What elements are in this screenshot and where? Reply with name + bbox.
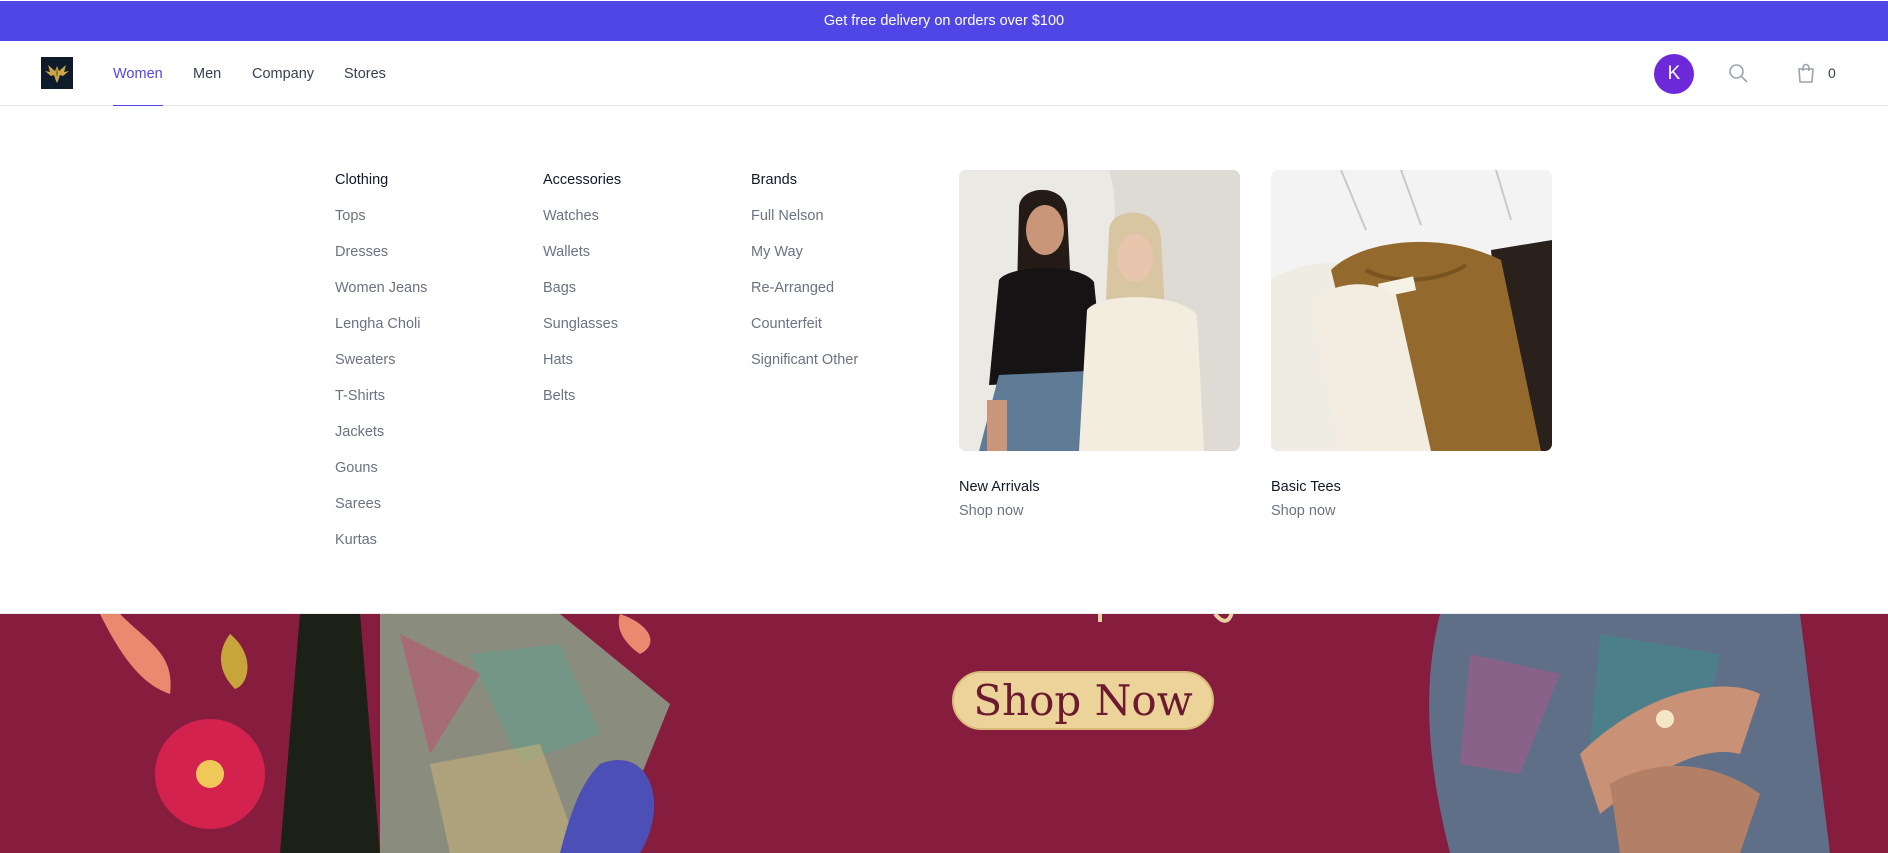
- eagle-logo-icon: [45, 65, 69, 83]
- top-navigation: Women Men Company Stores K 0: [0, 41, 1888, 107]
- cart-button[interactable]: 0: [1794, 61, 1836, 85]
- avatar-initial: K: [1667, 63, 1681, 84]
- menu-link[interactable]: Hats: [543, 350, 621, 386]
- menu-link[interactable]: Full Nelson: [751, 206, 858, 242]
- women-mega-menu: Clothing Tops Dresses Women Jeans Lengha…: [0, 106, 1888, 614]
- menu-link[interactable]: Kurtas: [335, 530, 427, 566]
- search-button[interactable]: [1726, 61, 1750, 85]
- nav-women-label: Women: [113, 65, 163, 82]
- column-links: Watches Wallets Bags Sunglasses Hats Bel…: [543, 206, 621, 422]
- nav-women[interactable]: Women: [113, 41, 163, 107]
- nav-company-label: Company: [252, 65, 315, 82]
- feature-new-arrivals[interactable]: New Arrivals Shop now: [959, 170, 1240, 519]
- column-links: Full Nelson My Way Re-Arranged Counterfe…: [751, 206, 858, 386]
- menu-link[interactable]: Gouns: [335, 458, 427, 494]
- menu-link[interactable]: Significant Other: [751, 350, 858, 386]
- menu-link[interactable]: My Way: [751, 242, 858, 278]
- user-avatar[interactable]: K: [1654, 54, 1694, 94]
- menu-link[interactable]: Sweaters: [335, 350, 427, 386]
- menu-link[interactable]: Watches: [543, 206, 621, 242]
- shop-now-link[interactable]: Shop now: [959, 503, 1240, 519]
- nav-stores[interactable]: Stores: [344, 41, 386, 106]
- column-title: Brands: [751, 172, 797, 188]
- menu-link[interactable]: Jackets: [335, 422, 427, 458]
- promo-text: Get free delivery on orders over $100: [823, 13, 1065, 29]
- menu-link[interactable]: Sarees: [335, 494, 427, 530]
- shop-now-link[interactable]: Shop now: [1271, 503, 1552, 519]
- shop-now-label: Shop Now: [973, 676, 1193, 725]
- hero-artwork: [0, 614, 1888, 853]
- cart-count: 0: [1828, 65, 1836, 81]
- menu-column-accessories: Accessories Watches Wallets Bags Sunglas…: [543, 170, 621, 422]
- store-logo[interactable]: [41, 57, 73, 89]
- search-icon: [1729, 64, 1748, 83]
- menu-link[interactable]: Wallets: [543, 242, 621, 278]
- column-title: Accessories: [543, 172, 622, 188]
- menu-link[interactable]: Re-Arranged: [751, 278, 858, 314]
- menu-link[interactable]: Sunglasses: [543, 314, 621, 350]
- basic-tees-image[interactable]: [1271, 170, 1552, 451]
- menu-column-clothing: Clothing Tops Dresses Women Jeans Lengha…: [335, 170, 427, 566]
- new-arrivals-image[interactable]: [959, 170, 1240, 451]
- menu-link[interactable]: Dresses: [335, 242, 427, 278]
- shop-now-button[interactable]: Shop Now: [952, 671, 1214, 730]
- nav-stores-label: Stores: [344, 65, 386, 82]
- menu-column-brands: Brands Full Nelson My Way Re-Arranged Co…: [751, 170, 858, 386]
- hero-banner: Shop Now: [0, 614, 1888, 853]
- nav-men[interactable]: Men: [193, 41, 221, 106]
- menu-link[interactable]: Tops: [335, 206, 427, 242]
- menu-link[interactable]: T-Shirts: [335, 386, 427, 422]
- feature-basic-tees[interactable]: Basic Tees Shop now: [1271, 170, 1552, 519]
- tees-photo: [1271, 170, 1552, 451]
- nav-company[interactable]: Company: [252, 41, 314, 106]
- feature-title: New Arrivals: [959, 479, 1040, 495]
- column-links: Tops Dresses Women Jeans Lengha Choli Sw…: [335, 206, 427, 566]
- menu-link[interactable]: Belts: [543, 386, 621, 422]
- menu-link[interactable]: Women Jeans: [335, 278, 427, 314]
- shopping-bag-icon: [1798, 63, 1814, 83]
- column-title: Clothing: [335, 172, 389, 188]
- nav-men-label: Men: [193, 65, 222, 82]
- menu-link[interactable]: Lengha Choli: [335, 314, 427, 350]
- menu-link[interactable]: Bags: [543, 278, 621, 314]
- promo-banner: Get free delivery on orders over $100: [0, 1, 1888, 41]
- models-photo: [959, 170, 1240, 451]
- menu-link[interactable]: Counterfeit: [751, 314, 858, 350]
- feature-title: Basic Tees: [1271, 479, 1341, 495]
